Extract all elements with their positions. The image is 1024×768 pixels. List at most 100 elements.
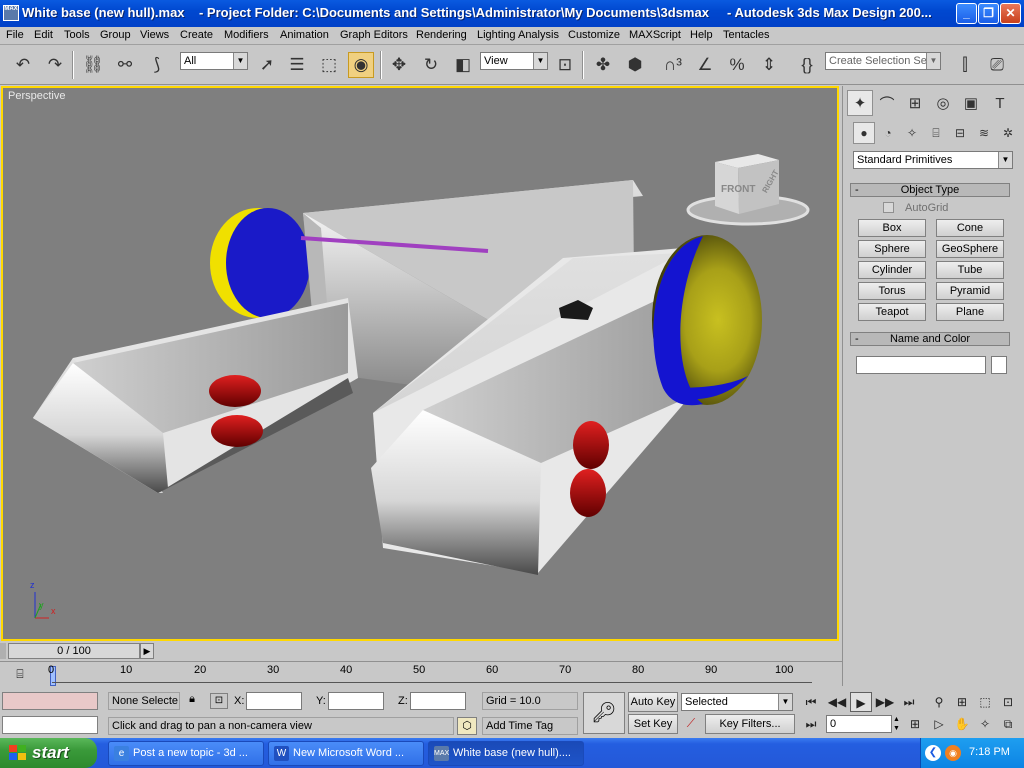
- percent-snap-icon[interactable]: %: [724, 52, 750, 78]
- add-time-tag-button[interactable]: Add Time Tag: [482, 717, 578, 735]
- go-to-end-icon[interactable]: ⏭: [898, 692, 920, 712]
- title-bar[interactable]: MAX White base (new hull).max - Project …: [0, 0, 1024, 27]
- menu-modifiers[interactable]: Modifiers: [224, 29, 269, 41]
- menu-file[interactable]: File: [6, 29, 24, 41]
- play-icon[interactable]: ▶: [850, 692, 872, 712]
- viewcube[interactable]: FRONT RIGHT: [686, 154, 810, 226]
- taskbar-item-browser[interactable]: e Post a new topic - 3d ...: [108, 741, 264, 766]
- helpers-icon[interactable]: ⊟: [949, 122, 971, 144]
- display-tab-icon[interactable]: ▣: [958, 90, 984, 116]
- menu-graph-editors[interactable]: Graph Editors: [340, 29, 408, 41]
- hierarchy-tab-icon[interactable]: ⊞: [902, 90, 928, 116]
- object-type-rollout[interactable]: - Object Type: [850, 183, 1010, 197]
- x-coordinate-field[interactable]: [246, 692, 302, 710]
- pivot-center-icon[interactable]: ⊡: [552, 52, 578, 78]
- select-object-icon[interactable]: ➚: [254, 52, 280, 78]
- spinner-snap-icon[interactable]: ⇕: [756, 52, 782, 78]
- motion-tab-icon[interactable]: ◎: [930, 90, 956, 116]
- maxscript-output-mini[interactable]: [2, 716, 98, 734]
- zoom-all-icon[interactable]: ⊞: [951, 692, 973, 712]
- zoom-extents-icon[interactable]: ⬚: [974, 692, 996, 712]
- next-frame-arrow-icon[interactable]: ▶: [140, 643, 154, 659]
- taskbar-item-word[interactable]: W New Microsoft Word ...: [268, 741, 424, 766]
- cameras-icon[interactable]: ⌸: [925, 122, 947, 144]
- y-coordinate-field[interactable]: [328, 692, 384, 710]
- menu-customize[interactable]: Customize: [568, 29, 620, 41]
- lights-icon[interactable]: ✧: [901, 122, 923, 144]
- window-crossing-icon[interactable]: ◉: [348, 52, 374, 78]
- app-icon[interactable]: MAX: [3, 5, 19, 21]
- track-bar[interactable]: ⌸ 0 10 20 30 40 50 60 70 80 90 100: [0, 661, 842, 689]
- cylinder-button[interactable]: Cylinder: [858, 261, 926, 279]
- category-dropdown[interactable]: Standard Primitives ▼: [853, 151, 1013, 169]
- cone-button[interactable]: Cone: [936, 219, 1004, 237]
- autogrid-checkbox[interactable]: [883, 202, 894, 213]
- set-key-icon[interactable]: 🔑︎: [583, 692, 625, 734]
- key-filters-button[interactable]: Key Filters...: [705, 714, 795, 734]
- go-to-start-icon[interactable]: ⏮: [800, 692, 822, 712]
- key-mode-dropdown[interactable]: Selected ▼: [681, 693, 793, 711]
- plane-button[interactable]: Plane: [936, 303, 1004, 321]
- zoom-extents-all-icon[interactable]: ⊡: [997, 692, 1019, 712]
- snaps-toggle-icon[interactable]: ∩³: [660, 52, 686, 78]
- object-color-swatch[interactable]: [991, 356, 1007, 374]
- time-configuration-icon[interactable]: ⊞: [904, 714, 926, 734]
- tray-app-icon[interactable]: ◉: [945, 745, 961, 761]
- select-and-scale-icon[interactable]: ◧: [450, 52, 476, 78]
- select-and-link-icon[interactable]: ⛓: [80, 52, 106, 78]
- selection-filter-dropdown[interactable]: All ▼: [180, 52, 248, 70]
- named-selection-set-dropdown[interactable]: Create Selection Set ▼: [825, 52, 941, 70]
- menu-tools[interactable]: Tools: [64, 29, 90, 41]
- torus-button[interactable]: Torus: [858, 282, 926, 300]
- align-icon[interactable]: ⎚: [984, 52, 1010, 78]
- close-button[interactable]: ✕: [1000, 3, 1021, 24]
- zoom-icon[interactable]: ⚲: [928, 692, 950, 712]
- angle-snap-icon[interactable]: ∠: [692, 52, 718, 78]
- modify-tab-icon[interactable]: ⌒: [874, 90, 900, 116]
- geometry-icon[interactable]: ●: [853, 122, 875, 144]
- teapot-button[interactable]: Teapot: [858, 303, 926, 321]
- field-of-view-icon[interactable]: ▷: [928, 714, 950, 734]
- maximize-viewport-icon[interactable]: ⧉: [997, 714, 1019, 734]
- next-frame-icon[interactable]: ▶▶: [874, 692, 896, 712]
- time-slider-thumb[interactable]: 0 / 100: [8, 643, 140, 659]
- rectangular-selection-icon[interactable]: ⬚: [316, 52, 342, 78]
- geosphere-button[interactable]: GeoSphere: [936, 240, 1004, 258]
- show-hidden-icons-icon[interactable]: ❮: [925, 745, 941, 761]
- keyboard-shortcut-override-icon[interactable]: ⬢: [622, 52, 648, 78]
- viewcube-front-label[interactable]: FRONT: [721, 184, 755, 195]
- menu-tentacles[interactable]: Tentacles: [723, 29, 769, 41]
- redo-icon[interactable]: ↷: [42, 52, 68, 78]
- tube-button[interactable]: Tube: [936, 261, 1004, 279]
- menu-maxscript[interactable]: MAXScript: [629, 29, 681, 41]
- menu-animation[interactable]: Animation: [280, 29, 329, 41]
- pyramid-button[interactable]: Pyramid: [936, 282, 1004, 300]
- lock-selection-icon[interactable]: 🔒︎: [184, 693, 200, 709]
- select-and-move-icon[interactable]: ✥: [386, 52, 412, 78]
- clock[interactable]: 7:18 PM: [969, 746, 1010, 758]
- pan-view-icon[interactable]: ✋: [951, 714, 973, 734]
- curve-editor-icon[interactable]: ⌸: [10, 667, 30, 683]
- menu-rendering[interactable]: Rendering: [416, 29, 467, 41]
- z-coordinate-field[interactable]: [410, 692, 466, 710]
- select-by-name-icon[interactable]: ☰: [284, 52, 310, 78]
- create-tab-icon[interactable]: ✦: [847, 90, 873, 116]
- space-warps-icon[interactable]: ≋: [973, 122, 995, 144]
- auto-key-button[interactable]: Auto Key: [628, 692, 678, 712]
- maxscript-listener-mini[interactable]: [2, 692, 98, 710]
- perspective-viewport[interactable]: Perspective FRONT RIGHT z x y: [1, 86, 839, 641]
- maximize-button[interactable]: ❐: [978, 3, 999, 24]
- undo-icon[interactable]: ↶: [10, 52, 36, 78]
- object-name-field[interactable]: [856, 356, 986, 374]
- mirror-icon[interactable]: ⫿: [952, 52, 978, 78]
- previous-frame-icon[interactable]: ◀◀: [826, 692, 848, 712]
- name-and-color-rollout[interactable]: - Name and Color: [850, 332, 1010, 346]
- select-and-manipulate-icon[interactable]: ✤: [590, 52, 616, 78]
- menu-edit[interactable]: Edit: [34, 29, 53, 41]
- reference-coordinate-dropdown[interactable]: View ▼: [480, 52, 548, 70]
- set-key-button[interactable]: Set Key: [628, 714, 678, 734]
- spinner-icon[interactable]: ▲ ▼: [892, 715, 901, 733]
- orbit-icon[interactable]: ✧: [974, 714, 996, 734]
- box-button[interactable]: Box: [858, 219, 926, 237]
- menu-views[interactable]: Views: [140, 29, 169, 41]
